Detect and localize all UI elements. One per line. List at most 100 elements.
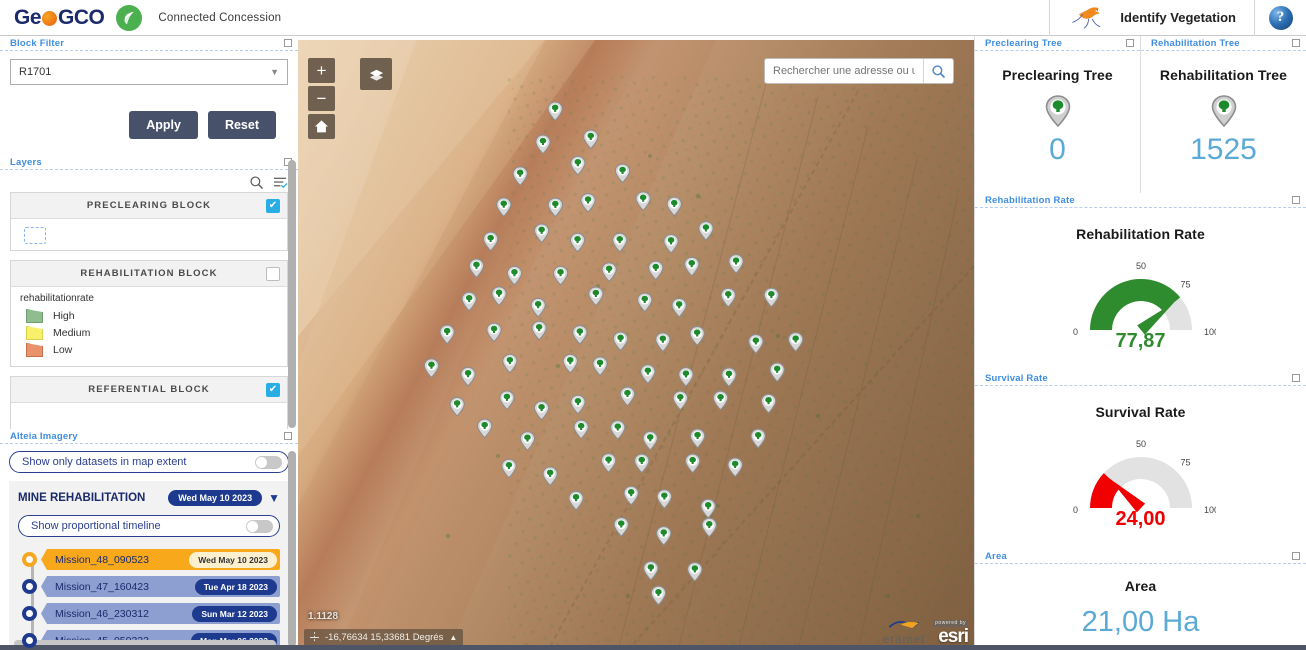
tree-pin-marker[interactable] [584, 130, 598, 149]
tree-pin-marker[interactable] [531, 298, 545, 317]
tree-pin-marker[interactable] [462, 292, 476, 311]
preclearing-tree-collapse-icon[interactable] [1126, 39, 1134, 47]
tree-pin-marker[interactable] [593, 357, 607, 376]
tree-pin-marker[interactable] [686, 454, 700, 473]
tree-pin-marker[interactable] [571, 395, 585, 414]
tree-pin-marker[interactable] [789, 333, 803, 352]
tree-pin-marker[interactable] [729, 255, 743, 274]
tree-pin-marker[interactable] [503, 354, 517, 373]
tree-pin-marker[interactable] [536, 135, 550, 154]
tree-pin-marker[interactable] [751, 429, 765, 448]
layer-item-rehabilitation-block[interactable]: REHABILITATION BLOCK rehabilitationrate … [10, 260, 288, 367]
filter-list-icon[interactable] [273, 175, 288, 190]
tree-pin-marker[interactable] [507, 266, 521, 285]
show-proportional-timeline-toggle[interactable]: Show proportional timeline [18, 515, 280, 537]
basemap-gallery-button[interactable] [360, 58, 392, 90]
tree-pin-marker[interactable] [589, 287, 603, 306]
tree-pin-marker[interactable] [478, 419, 492, 438]
tree-pin-marker[interactable] [424, 359, 438, 378]
tree-pin-marker[interactable] [520, 432, 534, 451]
search-input[interactable] [765, 65, 923, 77]
tree-pin-marker[interactable] [570, 233, 584, 252]
tree-pin-marker[interactable] [770, 363, 784, 382]
timeline-dot[interactable] [22, 633, 37, 648]
block-select[interactable]: R1701 ▼ [10, 59, 288, 85]
tree-pin-marker[interactable] [548, 198, 562, 217]
tree-pin-marker[interactable] [679, 368, 693, 387]
tree-pin-marker[interactable] [543, 467, 557, 486]
tree-pin-marker[interactable] [497, 198, 511, 217]
timeline-bar[interactable]: Mission_48_090523 Wed May 10 2023 [41, 549, 280, 570]
tree-pin-marker[interactable] [702, 518, 716, 537]
layer-item-preclearing-block[interactable]: PRECLEARING BLOCK ✔ [10, 192, 288, 251]
tree-pin-marker[interactable] [484, 232, 498, 251]
toggle-switch[interactable] [255, 456, 282, 469]
timeline-dot[interactable] [22, 579, 37, 594]
timeline-bar[interactable]: Mission_47_160423 Tue Apr 18 2023 [41, 576, 280, 597]
list-item[interactable]: Mission_48_090523 Wed May 10 2023 [22, 546, 280, 573]
block-filter-collapse-icon[interactable] [284, 39, 292, 47]
tree-pin-marker[interactable] [553, 266, 567, 285]
tree-pin-marker[interactable] [440, 325, 454, 344]
tree-pin-marker[interactable] [615, 164, 629, 183]
timeline-dot[interactable] [22, 606, 37, 621]
tree-pin-marker[interactable] [513, 167, 527, 186]
vertical-scrollbar[interactable] [288, 451, 296, 647]
tree-pin-marker[interactable] [532, 321, 546, 340]
tree-pin-marker[interactable] [469, 259, 483, 278]
show-only-datasets-toggle[interactable]: Show only datasets in map extent [9, 451, 289, 473]
tree-pin-marker[interactable] [649, 261, 663, 280]
tree-pin-marker[interactable] [502, 459, 516, 478]
tree-pin-marker[interactable] [601, 454, 615, 473]
zoom-in-button[interactable]: + [308, 58, 335, 83]
search-icon[interactable] [249, 175, 264, 190]
tree-pin-marker[interactable] [667, 197, 681, 216]
tree-pin-marker[interactable] [500, 391, 514, 410]
survival-rate-collapse-icon[interactable] [1292, 374, 1300, 382]
coordinate-bar[interactable]: -16,76634 15,33681 Degrés ▲ [304, 629, 463, 646]
layers-scrollbar[interactable] [288, 160, 296, 428]
tree-pin-marker[interactable] [638, 293, 652, 312]
tree-pin-marker[interactable] [690, 429, 704, 448]
tree-pin-marker[interactable] [535, 224, 549, 243]
tree-pin-marker[interactable] [713, 391, 727, 410]
timeline-dot[interactable] [22, 552, 37, 567]
tree-pin-marker[interactable] [657, 490, 671, 509]
layer-checkbox[interactable]: ✔ [266, 199, 280, 213]
tree-pin-marker[interactable] [699, 222, 713, 241]
tree-pin-marker[interactable] [722, 368, 736, 387]
tree-pin-marker[interactable] [643, 431, 657, 450]
tree-pin-marker[interactable] [613, 233, 627, 252]
tree-pin-marker[interactable] [673, 391, 687, 410]
home-button[interactable] [308, 114, 335, 139]
tree-pin-marker[interactable] [636, 192, 650, 211]
tree-pin-marker[interactable] [569, 491, 583, 510]
tree-pin-marker[interactable] [573, 326, 587, 345]
layer-checkbox[interactable]: ✔ [266, 383, 280, 397]
chevron-up-icon[interactable]: ▲ [449, 633, 457, 642]
identify-vegetation-button[interactable]: Identify Vegetation [1049, 0, 1254, 36]
tree-pin-marker[interactable] [635, 454, 649, 473]
tree-pin-marker[interactable] [602, 263, 616, 282]
rehabilitation-rate-collapse-icon[interactable] [1292, 196, 1300, 204]
help-button[interactable]: ? [1254, 0, 1306, 36]
tree-pin-marker[interactable] [656, 333, 670, 352]
tree-pin-marker[interactable] [461, 367, 475, 386]
tree-pin-marker[interactable] [749, 335, 763, 354]
tree-pin-marker[interactable] [563, 354, 577, 373]
layer-checkbox[interactable] [266, 267, 280, 281]
rehabilitation-tree-collapse-icon[interactable] [1292, 39, 1300, 47]
tree-pin-marker[interactable] [721, 288, 735, 307]
tree-pin-marker[interactable] [690, 327, 704, 346]
map-view[interactable]: + − 1.1128 [298, 36, 974, 650]
map-search[interactable] [764, 58, 954, 84]
tree-pin-marker[interactable] [672, 298, 686, 317]
area-collapse-icon[interactable] [1292, 552, 1300, 560]
tree-pin-marker[interactable] [620, 387, 634, 406]
tree-pin-marker[interactable] [657, 527, 671, 546]
tree-pin-layer[interactable] [298, 36, 974, 650]
tree-pin-marker[interactable] [487, 323, 501, 342]
tree-pin-marker[interactable] [641, 365, 655, 384]
list-item[interactable]: Mission_46_230312 Sun Mar 12 2023 [22, 600, 280, 627]
tree-pin-marker[interactable] [764, 288, 778, 307]
